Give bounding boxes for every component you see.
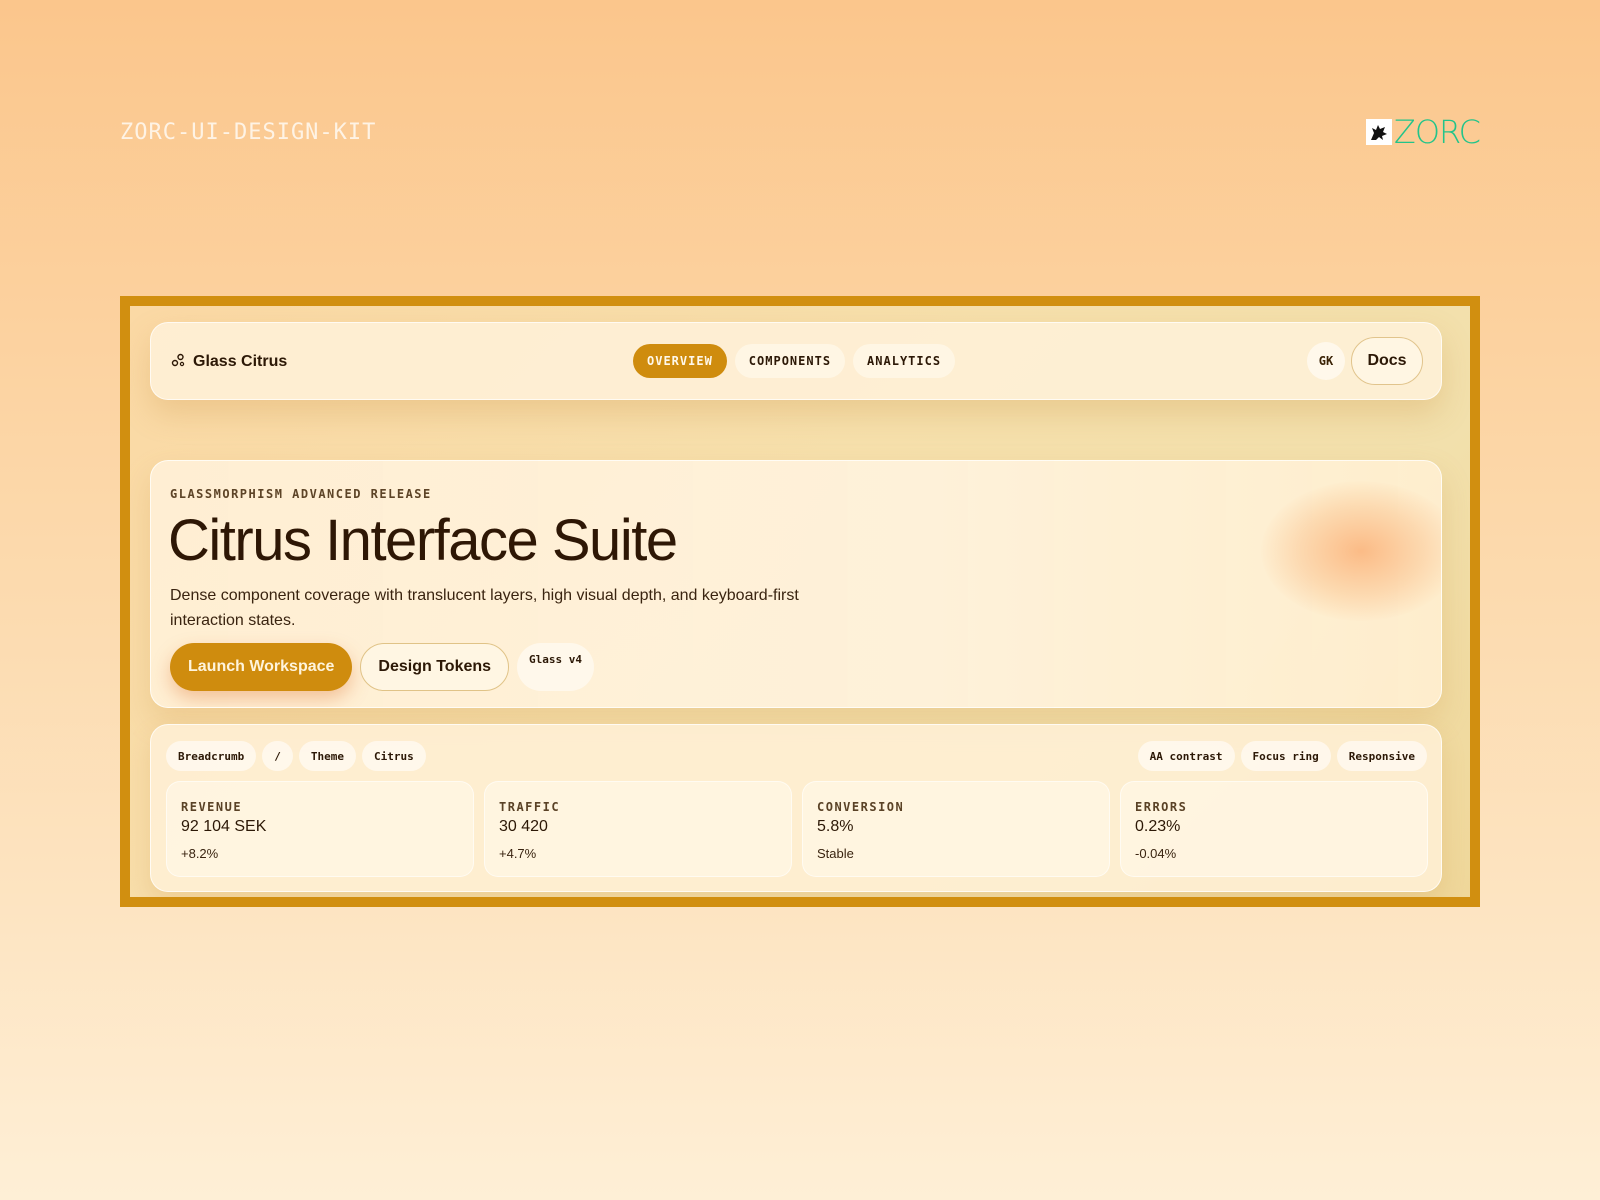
- nav-actions: GK Docs: [1307, 337, 1423, 385]
- design-tokens-button[interactable]: Design Tokens: [360, 643, 510, 691]
- feature-tags: AA contrast Focus ring Responsive: [1137, 741, 1427, 771]
- nodes-icon: [171, 353, 185, 372]
- nav-brand[interactable]: Glass Citrus: [171, 323, 287, 401]
- hero-actions: Launch Workspace Design Tokens Glass v4: [170, 643, 595, 691]
- docs-button[interactable]: Docs: [1351, 337, 1423, 385]
- stat-value: 30 420: [499, 818, 548, 835]
- tag-focus-ring: Focus ring: [1240, 741, 1331, 771]
- hero-glow: [1261, 481, 1441, 621]
- stat-delta: +4.7%: [499, 846, 537, 861]
- tab-components[interactable]: COMPONENTS: [734, 344, 846, 378]
- stat-delta: Stable: [817, 846, 854, 861]
- stat-label: CONVERSION: [817, 800, 905, 814]
- stat-card-traffic: TRAFFIC 30 420 +4.7%: [484, 781, 792, 877]
- nav-tabs: OVERVIEW COMPONENTS ANALYTICS: [633, 344, 956, 378]
- brand-logo[interactable]: ZORC: [1365, 113, 1481, 151]
- tab-overview[interactable]: OVERVIEW: [633, 344, 727, 378]
- kit-title: ZORC-UI-DESIGN-KIT: [120, 120, 377, 145]
- breadcrumb-separator: /: [262, 741, 293, 771]
- breadcrumb-item[interactable]: Citrus: [361, 741, 426, 771]
- avatar[interactable]: GK: [1307, 342, 1345, 380]
- hero-title: Citrus Interface Suite: [168, 508, 678, 573]
- wolf-logo-icon: [1365, 119, 1392, 145]
- launch-workspace-button[interactable]: Launch Workspace: [170, 643, 353, 691]
- nav-brand-label: Glass Citrus: [193, 353, 288, 370]
- tab-analytics[interactable]: ANALYTICS: [853, 344, 956, 378]
- tag-aa-contrast: AA contrast: [1137, 741, 1235, 771]
- stat-label: ERRORS: [1135, 800, 1188, 814]
- stat-value: 0.23%: [1135, 818, 1181, 835]
- brand-wordmark: ZORC: [1393, 113, 1481, 151]
- hero-card: GLASSMORPHISM ADVANCED RELEASE Citrus In…: [150, 460, 1442, 708]
- breadcrumb-item[interactable]: Theme: [298, 741, 356, 771]
- tag-responsive: Responsive: [1336, 741, 1427, 771]
- stat-delta: -0.04%: [1135, 846, 1177, 861]
- stat-delta: +8.2%: [181, 846, 219, 861]
- stat-value: 5.8%: [817, 818, 854, 835]
- stat-card-errors: ERRORS 0.23% -0.04%: [1120, 781, 1428, 877]
- version-badge: Glass v4: [517, 643, 595, 691]
- stat-card-revenue: REVENUE 92 104 SEK +8.2%: [166, 781, 474, 877]
- hero-eyebrow: GLASSMORPHISM ADVANCED RELEASE: [170, 487, 432, 501]
- preview-frame: Glass Citrus OVERVIEW COMPONENTS ANALYTI…: [120, 296, 1480, 907]
- stat-cards: REVENUE 92 104 SEK +8.2% TRAFFIC 30 420 …: [166, 781, 1428, 877]
- hero-description: Dense component coverage with translucen…: [170, 587, 799, 629]
- breadcrumb: Breadcrumb / Theme Citrus: [166, 741, 426, 771]
- stat-value: 92 104 SEK: [181, 818, 267, 835]
- stat-label: REVENUE: [181, 800, 243, 814]
- stat-card-conversion: CONVERSION 5.8% Stable: [802, 781, 1110, 877]
- stat-label: TRAFFIC: [499, 800, 561, 814]
- metrics-panel: Breadcrumb / Theme Citrus AA contrast Fo…: [150, 724, 1442, 892]
- top-nav: Glass Citrus OVERVIEW COMPONENTS ANALYTI…: [150, 322, 1442, 400]
- breadcrumb-item[interactable]: Breadcrumb: [166, 741, 257, 771]
